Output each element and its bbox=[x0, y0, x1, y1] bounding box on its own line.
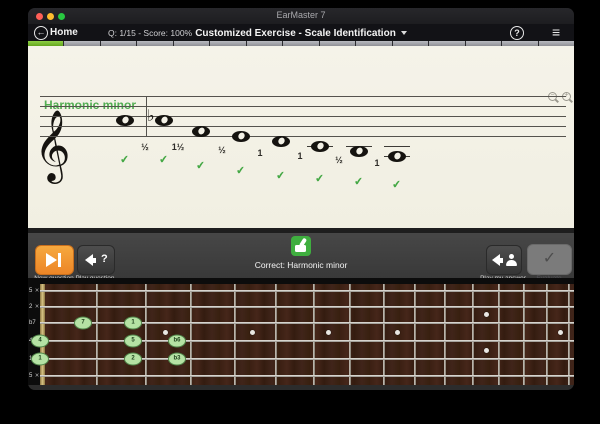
whole-note[interactable] bbox=[116, 115, 134, 126]
open-string-label: 5 bbox=[29, 288, 32, 294]
interval-label: 1 bbox=[297, 151, 302, 161]
whole-note[interactable] bbox=[192, 126, 210, 137]
fret-wire bbox=[472, 284, 474, 385]
string-wire[interactable] bbox=[40, 306, 574, 308]
scale-degree-dot[interactable]: b6 bbox=[168, 335, 186, 348]
fret-wire bbox=[96, 284, 98, 385]
check-icon: ✔ bbox=[391, 178, 402, 192]
scale-degree-dot[interactable]: 4 bbox=[31, 335, 49, 348]
window-bottom-edge bbox=[28, 385, 574, 390]
interval-label: ½ bbox=[141, 142, 149, 152]
staff-line bbox=[40, 126, 566, 127]
staff-line bbox=[40, 106, 566, 107]
treble-clef-icon: 𝄞 bbox=[34, 114, 71, 176]
whole-note[interactable] bbox=[388, 151, 406, 162]
string-wire[interactable] bbox=[40, 358, 574, 360]
fret-wire bbox=[275, 284, 277, 385]
scale-degree-dot[interactable]: 1 bbox=[31, 353, 49, 366]
chevron-down-icon bbox=[401, 31, 407, 35]
check-icon: ✔ bbox=[195, 159, 206, 173]
check-icon: ✔ bbox=[235, 164, 246, 178]
help-button[interactable]: ? bbox=[510, 26, 524, 40]
fret-wire bbox=[190, 284, 192, 385]
check-icon: ✔ bbox=[275, 169, 286, 183]
top-toolbar: ← Home Q: 1/15 - Score: 100% Customized … bbox=[28, 24, 574, 41]
inlay-dot bbox=[395, 330, 400, 335]
fret-wire bbox=[349, 284, 351, 385]
check-icon: ✔ bbox=[353, 175, 364, 189]
muted-string-icon: × bbox=[35, 373, 39, 380]
scale-degree-dot[interactable]: b3 bbox=[168, 353, 186, 366]
staff-line bbox=[40, 136, 566, 137]
feedback-message: Correct: Harmonic minor bbox=[28, 260, 574, 270]
control-bar: New question ? Play question Play my ans… bbox=[28, 233, 574, 278]
whole-note[interactable] bbox=[155, 115, 173, 126]
check-icon: ✔ bbox=[119, 153, 130, 167]
open-string-label: 2 bbox=[29, 304, 32, 310]
string-wire[interactable] bbox=[40, 340, 574, 342]
scale-degree-dot[interactable]: 2 bbox=[124, 353, 142, 366]
staff-line bbox=[40, 96, 566, 97]
title-bar[interactable]: EarMaster 7 bbox=[28, 8, 574, 24]
whole-note[interactable] bbox=[311, 141, 329, 152]
whole-note[interactable] bbox=[350, 146, 368, 157]
open-string-label: b7 bbox=[29, 320, 36, 326]
interval-label: 1 bbox=[374, 158, 379, 168]
inlay-dot bbox=[484, 312, 489, 317]
interval-label: 1½ bbox=[172, 142, 185, 152]
open-string-label: 5 bbox=[29, 373, 32, 379]
flat-accidental-icon: ♭ bbox=[147, 108, 155, 124]
ledger-line bbox=[384, 146, 410, 147]
inlay-dot bbox=[484, 348, 489, 353]
fret-wire bbox=[414, 284, 416, 385]
guitar-fretboard[interactable]: 52b7415×××417152b6b3 bbox=[28, 284, 574, 385]
fret-wire bbox=[546, 284, 548, 385]
fret-wire bbox=[313, 284, 315, 385]
check-icon: ✔ bbox=[158, 153, 169, 167]
string-wire[interactable] bbox=[40, 290, 574, 291]
interval-label: ½ bbox=[335, 155, 343, 165]
fret-wire bbox=[498, 284, 500, 385]
app-window: EarMaster 7 ← Home Q: 1/15 - Score: 100%… bbox=[28, 8, 574, 390]
interval-label: ½ bbox=[218, 145, 226, 155]
fret-wire bbox=[444, 284, 446, 385]
thumbs-up-icon bbox=[291, 236, 311, 256]
inlay-dot bbox=[163, 330, 168, 335]
whole-note[interactable] bbox=[272, 136, 290, 147]
fret-wire bbox=[234, 284, 236, 385]
scale-degree-dot[interactable]: 7 bbox=[74, 317, 92, 330]
fret-wire bbox=[568, 284, 570, 385]
scale-degree-dot[interactable]: 5 bbox=[124, 335, 142, 348]
fret-wire bbox=[523, 284, 525, 385]
interval-label: 1 bbox=[257, 148, 262, 158]
menu-button[interactable]: ≡ bbox=[552, 24, 560, 40]
inlay-dot bbox=[558, 330, 563, 335]
inlay-dot bbox=[326, 330, 331, 335]
muted-string-icon: × bbox=[35, 288, 39, 295]
screen: EarMaster 7 ← Home Q: 1/15 - Score: 100%… bbox=[0, 0, 600, 424]
scale-degree-dot[interactable]: 1 bbox=[124, 317, 142, 330]
fret-wire bbox=[145, 284, 147, 385]
string-wire[interactable] bbox=[40, 322, 574, 324]
window-title: EarMaster 7 bbox=[28, 10, 574, 20]
notation-area: Harmonic minor 𝄞 − + ♭✔✔✔✔✔✔✔✔½1½½11½1 bbox=[28, 46, 574, 228]
muted-string-icon: × bbox=[35, 304, 39, 311]
fret-wire bbox=[383, 284, 385, 385]
exercise-title-label: Customized Exercise - Scale Identificati… bbox=[195, 28, 396, 39]
whole-note[interactable] bbox=[232, 131, 250, 142]
exercise-title-dropdown[interactable]: Customized Exercise - Scale Identificati… bbox=[28, 28, 574, 39]
fretboard-wood bbox=[40, 284, 574, 385]
inlay-dot bbox=[250, 330, 255, 335]
check-icon: ✔ bbox=[314, 172, 325, 186]
string-wire[interactable] bbox=[40, 375, 574, 377]
